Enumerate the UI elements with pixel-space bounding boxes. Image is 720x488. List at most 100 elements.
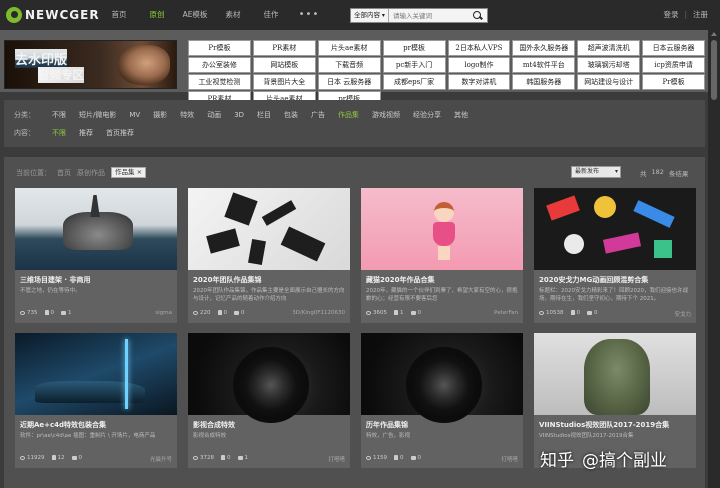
register-link[interactable]: 注册 <box>693 0 708 30</box>
ad-link[interactable]: 数字对讲机 <box>447 74 511 90</box>
work-author[interactable]: sigma <box>155 310 172 316</box>
ad-link[interactable]: Pr模板 <box>642 74 705 90</box>
work-thumbnail[interactable] <box>534 188 696 270</box>
nav-ae-templates[interactable]: AE模板 <box>176 0 214 30</box>
thumb-up-icon <box>51 455 56 460</box>
ad-link[interactable]: 超声波清洗机 <box>577 40 641 56</box>
work-title[interactable]: 2020安戈力MG动画回顾混剪合集 <box>539 275 648 285</box>
ad-link[interactable]: mt4软件平台 <box>512 57 576 73</box>
scrollbar-thumb[interactable] <box>711 40 717 100</box>
work-title[interactable]: 三维场目建架 · 非商用 <box>20 275 91 285</box>
category-option[interactable]: 3D <box>234 111 244 119</box>
nav-home[interactable]: 首页 <box>100 0 138 30</box>
likes-count: 0 <box>227 455 231 461</box>
ad-link[interactable]: PR素材 <box>252 40 316 56</box>
logo-icon <box>6 7 22 23</box>
ad-link[interactable]: Pr模板 <box>188 40 251 56</box>
search-scope-select[interactable]: 全部内容 <box>351 9 389 22</box>
work-card[interactable]: 2020安戈力MG动画回顾混剪合集 标题栏：2020安戈力精彩来了！回顾2020… <box>534 188 696 323</box>
ad-link[interactable]: pr模板 <box>382 40 446 56</box>
content-option[interactable]: 推荐 <box>79 128 93 138</box>
work-author[interactable]: 安戈力 <box>674 310 691 318</box>
ad-link[interactable]: 日本 云服务器 <box>317 74 381 90</box>
ad-link[interactable]: icp资质申请 <box>642 57 705 73</box>
work-card[interactable]: 影视合成特效 影视合成特效 3728 0 1 打嗒嗒 <box>188 333 350 468</box>
ad-link[interactable]: 网站建设与设计 <box>577 74 641 90</box>
login-link[interactable]: 登录 <box>663 0 678 30</box>
work-author[interactable]: PeterFan <box>494 310 518 316</box>
breadcrumb-label: 当前位置： <box>16 168 51 177</box>
work-thumbnail[interactable] <box>361 333 523 423</box>
work-thumbnail[interactable] <box>534 333 696 415</box>
sort-select[interactable]: 最新发布 <box>571 166 621 178</box>
work-card[interactable]: 2020年团队作品集锦 2020年团队作品集锦，作品集主要是全面展示自己擅长的方… <box>188 188 350 323</box>
breadcrumb-home[interactable]: 首页 <box>57 168 71 178</box>
category-option[interactable]: 游戏视频 <box>372 110 400 120</box>
content-option[interactable]: 首页推荐 <box>106 128 134 138</box>
ad-link[interactable]: 国外永久服务器 <box>512 40 576 56</box>
work-title[interactable]: VIINStudios视效团队2017-2019合集 <box>539 420 669 430</box>
thumb-shape <box>584 339 650 415</box>
scroll-up-icon[interactable] <box>711 32 717 36</box>
watermark-logo: 知乎 <box>540 451 574 471</box>
breadcrumb-section[interactable]: 原创作品 <box>77 168 105 178</box>
page-scrollbar[interactable] <box>708 30 720 488</box>
nav-assets[interactable]: 素材 <box>214 0 252 30</box>
work-title[interactable]: 历年作品集锦 <box>366 420 408 430</box>
work-card[interactable]: 藏猫2020年作品合集 2020年，藏猫的一个伙伴们到寨了，希望大家有空的心，很… <box>361 188 523 323</box>
ad-link[interactable]: 办公室装修 <box>188 57 251 73</box>
audio-zone-banner[interactable]: 去水印版 音频专区 <box>4 40 177 89</box>
category-option[interactable]: 不限 <box>52 110 66 120</box>
ad-link[interactable]: 2日本私人VPS <box>447 40 511 56</box>
search-icon[interactable] <box>471 10 483 22</box>
category-option[interactable]: 其他 <box>454 110 468 120</box>
ad-link[interactable]: 韩国服务器 <box>512 74 576 90</box>
work-thumbnail[interactable] <box>15 188 177 270</box>
ad-link[interactable]: 日本云服务器 <box>642 40 705 56</box>
work-title[interactable]: 2020年团队作品集锦 <box>193 275 261 285</box>
site-logo[interactable]: NEWCGER <box>6 7 100 23</box>
work-author[interactable]: 打嗒嗒 <box>501 455 518 463</box>
work-card[interactable]: 近期Ae+c4d特效包装合集 软件：pr\ae\c4d\ae 插图：重制片 \ … <box>15 333 177 468</box>
thumb-shape <box>438 246 450 260</box>
category-option[interactable]: 动画 <box>207 110 221 120</box>
category-option[interactable]: 广告 <box>311 110 325 120</box>
category-option[interactable]: 短片/微电影 <box>79 110 116 120</box>
category-option[interactable]: 特效 <box>180 110 194 120</box>
content-option[interactable]: 不限 <box>52 128 66 138</box>
work-card[interactable]: 历年作品集锦 特效，广告，影视 1159 0 0 打嗒嗒 <box>361 333 523 468</box>
ad-link[interactable]: pc新手入门 <box>382 57 446 73</box>
ad-link[interactable]: 下载音频 <box>317 57 381 73</box>
ad-link[interactable]: 网站模板 <box>252 57 316 73</box>
search-input[interactable] <box>389 11 471 20</box>
ad-link[interactable]: 成都eps厂家 <box>382 74 446 90</box>
category-option[interactable]: 作品集 <box>338 110 359 120</box>
nav-more-icon[interactable]: ••• <box>290 0 328 30</box>
nav-original[interactable]: 原创 <box>138 0 176 30</box>
category-filter-row: 分类： 不限 短片/微电影 MV 摄影 特效 动画 3D 栏目 包装 广告 作品集 游戏视频 经验分享 其… <box>14 110 481 120</box>
nav-masterpieces[interactable]: 佳作 <box>252 0 290 30</box>
work-thumbnail[interactable] <box>188 333 350 423</box>
category-option[interactable]: MV <box>129 111 140 119</box>
ad-link[interactable]: 背景图片大全 <box>252 74 316 90</box>
ad-link[interactable]: 玻璃钢污却塔 <box>577 57 641 73</box>
work-thumbnail[interactable] <box>361 188 523 270</box>
work-title[interactable]: 藏猫2020年作品合集 <box>366 275 434 285</box>
work-author[interactable]: 光晨升号 <box>150 455 172 463</box>
ad-link[interactable]: 工业视觉检测 <box>188 74 251 90</box>
work-thumbnail[interactable] <box>188 188 350 270</box>
category-option[interactable]: 栏目 <box>257 110 271 120</box>
ad-link[interactable]: logo制作 <box>447 57 511 73</box>
breadcrumb: 当前位置： 首页 原创作品 作品集 × <box>16 167 147 178</box>
work-thumbnail[interactable] <box>15 333 177 415</box>
work-card[interactable]: 三维场目建架 · 非商用 不管之地，仍在等待中。 735 0 1 sigma <box>15 188 177 323</box>
category-option[interactable]: 包装 <box>284 110 298 120</box>
work-author[interactable]: 打嗒嗒 <box>328 455 345 463</box>
active-filter-tag[interactable]: 作品集 × <box>111 167 147 178</box>
category-option[interactable]: 摄影 <box>153 110 167 120</box>
work-author[interactable]: 3D/King0F1120630 <box>292 310 345 316</box>
ad-link[interactable]: 片头ae素材 <box>317 40 381 56</box>
work-title[interactable]: 近期Ae+c4d特效包装合集 <box>20 420 106 430</box>
category-option[interactable]: 经验分享 <box>413 110 441 120</box>
work-title[interactable]: 影视合成特效 <box>193 420 235 430</box>
